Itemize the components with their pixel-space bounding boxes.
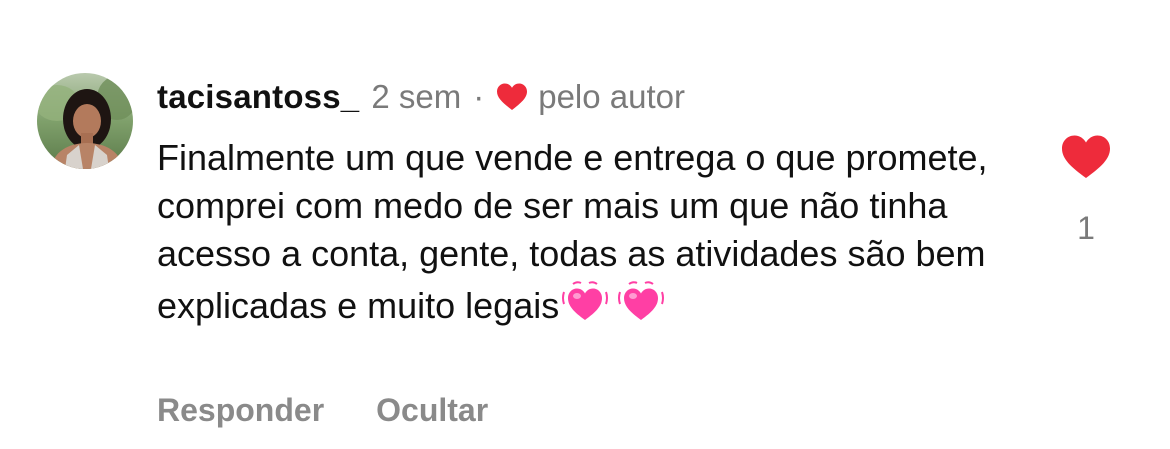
beating-heart-emoji [617, 278, 665, 326]
heart-filled-icon [1062, 135, 1110, 178]
comment-actions: Responder Ocultar [157, 392, 488, 429]
comment-header: tacisantoss_ 2 sem · pelo autor [157, 72, 685, 122]
reply-button[interactable]: Responder [157, 392, 324, 429]
avatar[interactable] [37, 73, 133, 169]
timestamp: 2 sem [371, 78, 462, 115]
hide-button[interactable]: Ocultar [376, 392, 488, 429]
like-count: 1 [1077, 210, 1095, 246]
like-button[interactable] [1060, 133, 1112, 181]
comment-body: Finalmente um que vende e entrega o que … [157, 134, 1017, 330]
avatar-image [37, 73, 133, 169]
separator-dot: · [473, 78, 485, 115]
beating-heart-emoji [561, 278, 609, 326]
username[interactable]: tacisantoss_ [157, 78, 359, 116]
liked-by-author-label: pelo autor [538, 78, 685, 115]
comment: tacisantoss_ 2 sem · pelo autor Finalmen… [0, 0, 1170, 449]
heart-icon [496, 82, 528, 112]
emoji-group [561, 278, 665, 326]
